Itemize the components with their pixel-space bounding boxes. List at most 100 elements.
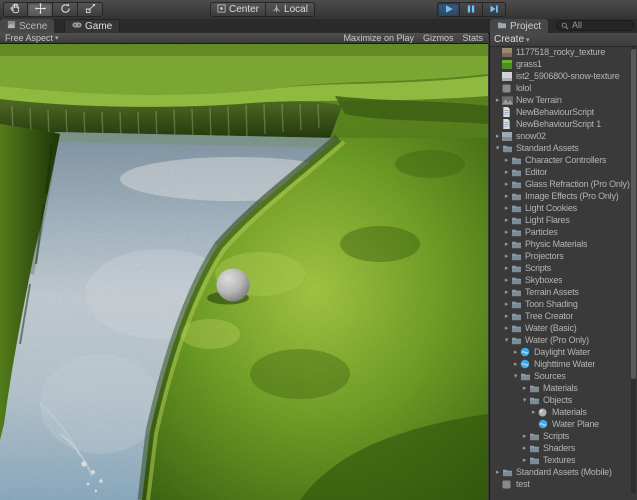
project-row[interactable]: ▸ Skyboxes bbox=[490, 274, 637, 286]
gizmos-dropdown[interactable]: Gizmos bbox=[423, 33, 454, 43]
foldout-arrow[interactable]: ▸ bbox=[511, 361, 520, 368]
tab-project[interactable]: Project bbox=[490, 19, 549, 33]
foldout-arrow[interactable]: ▸ bbox=[502, 325, 511, 332]
project-row[interactable]: NewBehaviourScript 1 bbox=[490, 118, 637, 130]
project-row[interactable]: 1177518_rocky_texture bbox=[490, 46, 637, 58]
foldout-arrow[interactable]: ▸ bbox=[502, 229, 511, 236]
project-row[interactable]: ▸ Water (Basic) bbox=[490, 322, 637, 334]
project-row[interactable]: ▸ Textures bbox=[490, 454, 637, 466]
foldout-arrow[interactable]: ▸ bbox=[493, 469, 502, 476]
foldout-arrow[interactable]: ▾ bbox=[502, 337, 511, 344]
create-dropdown[interactable]: Create bbox=[494, 34, 524, 45]
play-button[interactable] bbox=[437, 2, 460, 17]
scrollbar-thumb[interactable] bbox=[631, 49, 636, 379]
project-scrollbar[interactable] bbox=[631, 47, 636, 493]
project-row[interactable]: ▸ Toon Shading bbox=[490, 298, 637, 310]
aspect-label: Free Aspect bbox=[5, 33, 54, 43]
project-row[interactable]: ▸ Character Controllers bbox=[490, 154, 637, 166]
project-row[interactable]: ▾ Sources bbox=[490, 370, 637, 382]
project-row[interactable]: ▸ Terrain Assets bbox=[490, 286, 637, 298]
project-row[interactable]: ▾ Objects bbox=[490, 394, 637, 406]
foldout-arrow[interactable]: ▸ bbox=[502, 253, 511, 260]
foldout-arrow[interactable]: ▸ bbox=[502, 289, 511, 296]
rotate-tool-button[interactable] bbox=[53, 2, 78, 17]
project-row[interactable]: ▸ Projectors bbox=[490, 250, 637, 262]
project-row[interactable]: ist2_5906800-snow-texture bbox=[490, 70, 637, 82]
move-tool-button[interactable] bbox=[28, 2, 53, 17]
foldout-arrow[interactable]: ▸ bbox=[502, 301, 511, 308]
scale-tool-button[interactable] bbox=[78, 2, 103, 17]
asset-label: Daylight Water bbox=[534, 347, 590, 357]
project-row[interactable]: ▸ Materials bbox=[490, 382, 637, 394]
project-row[interactable]: ▸ Image Effects (Pro Only) bbox=[490, 190, 637, 202]
foldout-arrow[interactable]: ▸ bbox=[502, 217, 511, 224]
project-row[interactable]: ▸ Glass Refraction (Pro Only) bbox=[490, 178, 637, 190]
asset-label: Tree Creator bbox=[525, 311, 574, 321]
pivot-local-button[interactable]: Local bbox=[266, 2, 315, 17]
project-row[interactable]: ▸ Standard Assets (Mobile) bbox=[490, 466, 637, 478]
foldout-arrow[interactable]: ▸ bbox=[502, 169, 511, 176]
project-row[interactable]: ▸ snow02 bbox=[490, 130, 637, 142]
foldout-arrow[interactable]: ▸ bbox=[520, 433, 529, 440]
foldout-arrow[interactable]: ▸ bbox=[502, 313, 511, 320]
tab-scene[interactable]: Scene bbox=[0, 19, 55, 33]
project-row[interactable]: grass1 bbox=[490, 58, 637, 70]
maximize-on-play-toggle[interactable]: Maximize on Play bbox=[343, 33, 414, 43]
project-row[interactable]: ▾ Standard Assets bbox=[490, 142, 637, 154]
foldout-arrow[interactable]: ▸ bbox=[511, 349, 520, 356]
project-row[interactable]: ▸ Light Cookies bbox=[490, 202, 637, 214]
foldout-arrow[interactable]: ▸ bbox=[520, 385, 529, 392]
project-row[interactable]: ▾ Water (Pro Only) bbox=[490, 334, 637, 346]
project-row[interactable]: ▸ Tree Creator bbox=[490, 310, 637, 322]
scene-tab-icon bbox=[7, 20, 16, 32]
aspect-dropdown[interactable]: Free Aspect ▾ bbox=[5, 33, 59, 43]
foldout-arrow[interactable]: ▸ bbox=[502, 205, 511, 212]
project-row[interactable]: ▸ New Terrain bbox=[490, 94, 637, 106]
foldout-arrow[interactable]: ▸ bbox=[502, 241, 511, 248]
foldout-arrow[interactable]: ▸ bbox=[502, 157, 511, 164]
folder-icon bbox=[529, 431, 540, 441]
foldout-arrow[interactable]: ▾ bbox=[493, 145, 502, 152]
pivot-center-button[interactable]: Center bbox=[210, 2, 267, 17]
pivot-center-label: Center bbox=[229, 4, 260, 15]
project-row[interactable]: ▸ Shaders bbox=[490, 442, 637, 454]
project-row[interactable]: ▸ Light Flares bbox=[490, 214, 637, 226]
foldout-arrow[interactable]: ▸ bbox=[520, 457, 529, 464]
asset-label: Scripts bbox=[525, 263, 552, 273]
stats-toggle[interactable]: Stats bbox=[462, 33, 483, 43]
project-row[interactable]: Water Plane bbox=[490, 418, 637, 430]
foldout-arrow[interactable]: ▾ bbox=[520, 397, 529, 404]
foldout-arrow[interactable]: ▸ bbox=[502, 265, 511, 272]
foldout-arrow[interactable]: ▸ bbox=[502, 277, 511, 284]
folder-icon bbox=[511, 179, 522, 189]
foldout-arrow[interactable]: ▸ bbox=[502, 193, 511, 200]
rendered-scene bbox=[0, 44, 488, 500]
project-row[interactable]: ▸ Physic Materials bbox=[490, 238, 637, 250]
project-row[interactable]: ▸ Editor bbox=[490, 166, 637, 178]
pause-button[interactable] bbox=[460, 2, 483, 17]
foldout-arrow[interactable]: ▾ bbox=[511, 373, 520, 380]
foldout-arrow[interactable]: ▸ bbox=[529, 409, 538, 416]
game-view[interactable] bbox=[0, 44, 488, 500]
project-row[interactable]: ▸ Scripts bbox=[490, 262, 637, 274]
foldout-arrow[interactable]: ▸ bbox=[502, 181, 511, 188]
foldout-arrow[interactable]: ▸ bbox=[493, 97, 502, 104]
project-row[interactable]: ▸ Particles bbox=[490, 226, 637, 238]
step-button[interactable] bbox=[483, 2, 506, 17]
asset-label: Objects bbox=[543, 395, 573, 405]
project-search-field[interactable]: All bbox=[556, 20, 634, 31]
project-row[interactable]: ▸ Materials bbox=[490, 406, 637, 418]
project-row[interactable]: ▸ Daylight Water bbox=[490, 346, 637, 358]
tab-game[interactable]: Game bbox=[64, 19, 121, 33]
project-row[interactable]: ▸ Nighttime Water bbox=[490, 358, 637, 370]
project-row[interactable]: test bbox=[490, 478, 637, 490]
asset-label: Projectors bbox=[525, 251, 564, 261]
project-row[interactable]: lolol bbox=[490, 82, 637, 94]
foldout-arrow[interactable]: ▸ bbox=[493, 133, 502, 140]
project-row[interactable]: ▸ Scripts bbox=[490, 430, 637, 442]
foldout-arrow[interactable]: ▸ bbox=[520, 445, 529, 452]
folder-icon bbox=[511, 239, 522, 249]
project-row[interactable]: NewBehaviourScript bbox=[490, 106, 637, 118]
pan-tool-button[interactable] bbox=[3, 2, 28, 17]
scale-icon bbox=[85, 1, 96, 19]
